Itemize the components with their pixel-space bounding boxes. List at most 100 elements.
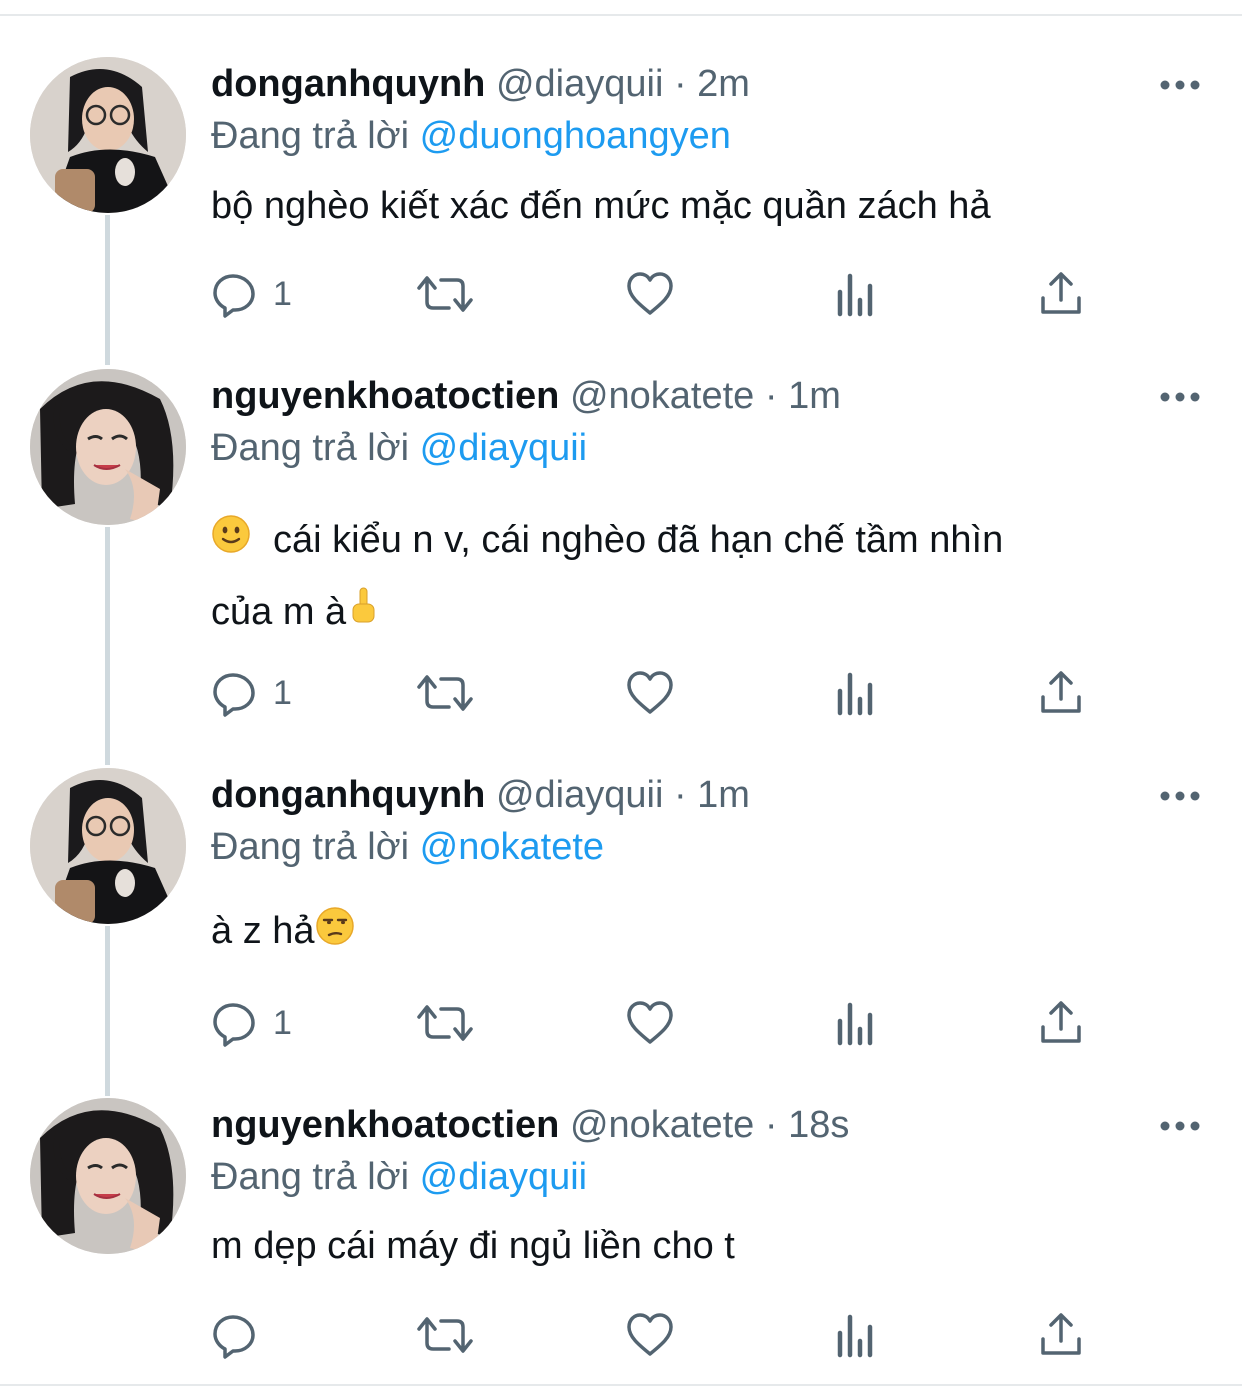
separator-dot: · (764, 1104, 778, 1146)
avatar[interactable] (30, 1098, 186, 1254)
user-handle[interactable]: @nokatete (570, 1104, 754, 1146)
mention-link[interactable]: @diayquii (420, 427, 587, 469)
views-button[interactable] (833, 1310, 879, 1360)
like-button[interactable] (625, 998, 675, 1048)
tweet-header: donganhquynh @diayquii · 1m (211, 770, 750, 820)
reply-button[interactable] (211, 1310, 259, 1360)
slightly-smiling-face-icon (211, 507, 251, 577)
thread-line (105, 926, 110, 1096)
tweet-text-line: bộ nghèo kiết xác đến mức mặc quần zách … (211, 185, 991, 227)
share-button[interactable] (1038, 269, 1084, 319)
share-icon (1038, 1311, 1084, 1359)
retweet-icon (415, 999, 475, 1047)
separator-dot: · (764, 375, 778, 417)
replying-to-label: Đang trả lời (211, 826, 410, 868)
timestamp[interactable]: 1m (697, 774, 750, 816)
tweet-text-line-1: cái kiểu n v, cái nghèo đã hạn chế tầm n… (273, 519, 1004, 561)
separator-dot: · (673, 774, 687, 816)
action-bar: 1 (211, 269, 1091, 319)
tweet-text-line: cái kiểu n v, cái nghèo đã hạn chế tầm n… (211, 505, 1171, 577)
more-dots-icon[interactable] (1158, 382, 1202, 412)
tweet-text: cái kiểu n v, cái nghèo đã hạn chế tầm n… (211, 505, 1171, 649)
display-name[interactable]: donganhquynh (211, 63, 485, 105)
display-name[interactable]: nguyenkhoatoctien (211, 375, 559, 417)
tweet-text: à z hả (211, 906, 1171, 959)
reply-button[interactable]: 1 (211, 269, 292, 319)
reply-bubble-icon (211, 270, 259, 318)
heart-icon (625, 669, 675, 717)
unamused-face-icon (315, 906, 355, 959)
bottom-divider (0, 1384, 1242, 1386)
action-bar (211, 1310, 1091, 1360)
tweet-text-line-2: của m à (211, 590, 347, 633)
retweet-button[interactable] (415, 668, 475, 718)
middle-finger-icon (348, 579, 378, 649)
replying-to-label: Đang trả lời (211, 427, 410, 469)
more-dots-icon[interactable] (1158, 781, 1202, 811)
timestamp[interactable]: 18s (788, 1104, 849, 1146)
thread-line (105, 527, 110, 765)
more-dots-icon[interactable] (1158, 1111, 1202, 1141)
more-dots-icon[interactable] (1158, 70, 1202, 100)
retweet-icon (415, 270, 475, 318)
display-name[interactable]: nguyenkhoatoctien (211, 1104, 559, 1146)
share-icon (1038, 999, 1084, 1047)
bar-chart-icon (833, 270, 879, 318)
mention-link[interactable]: @diayquii (420, 1156, 587, 1198)
timestamp[interactable]: 1m (788, 375, 841, 417)
separator-dot: · (673, 63, 687, 105)
avatar[interactable] (30, 768, 186, 924)
tweet-text-line: m dẹp cái máy đi ngủ liền cho t (211, 1225, 735, 1267)
reply-count: 1 (273, 1003, 292, 1042)
bar-chart-icon (833, 1311, 879, 1359)
retweet-icon (415, 1311, 475, 1359)
share-icon (1038, 669, 1084, 717)
retweet-icon (415, 669, 475, 717)
mention-link[interactable]: @nokatete (420, 826, 604, 868)
replying-to: Đang trả lời @duonghoangyen (211, 111, 731, 161)
mention-link[interactable]: @duonghoangyen (420, 115, 731, 157)
user-handle[interactable]: @diayquii (496, 774, 663, 816)
heart-icon (625, 999, 675, 1047)
reply-button[interactable]: 1 (211, 668, 292, 718)
views-button[interactable] (833, 269, 879, 319)
avatar[interactable] (30, 369, 186, 525)
tweet-text: m dẹp cái máy đi ngủ liền cho t (211, 1221, 1171, 1271)
heart-icon (625, 270, 675, 318)
like-button[interactable] (625, 269, 675, 319)
reply-button[interactable]: 1 (211, 998, 292, 1048)
replying-to-label: Đang trả lời (211, 1156, 410, 1198)
tweet-text: bộ nghèo kiết xác đến mức mặc quần zách … (211, 181, 1171, 231)
share-button[interactable] (1038, 1310, 1084, 1360)
tweet-header: nguyenkhoatoctien @nokatete · 1m (211, 371, 841, 421)
user-handle[interactable]: @nokatete (570, 375, 754, 417)
views-button[interactable] (833, 998, 879, 1048)
reply-bubble-icon (211, 669, 259, 717)
replying-to: Đang trả lời @diayquii (211, 1152, 587, 1202)
heart-icon (625, 1311, 675, 1359)
retweet-button[interactable] (415, 998, 475, 1048)
timestamp[interactable]: 2m (697, 63, 750, 105)
tweet-header: nguyenkhoatoctien @nokatete · 18s (211, 1100, 849, 1150)
display-name[interactable]: donganhquynh (211, 774, 485, 816)
tweet-text-line: à z hả (211, 910, 315, 952)
tweet-text-line: của m à (211, 577, 1171, 649)
replying-to: Đang trả lời @nokatete (211, 822, 604, 872)
avatar[interactable] (30, 57, 186, 213)
bar-chart-icon (833, 999, 879, 1047)
retweet-button[interactable] (415, 1310, 475, 1360)
reply-count: 1 (273, 673, 292, 712)
reply-bubble-icon (211, 999, 259, 1047)
views-button[interactable] (833, 668, 879, 718)
bar-chart-icon (833, 669, 879, 717)
like-button[interactable] (625, 1310, 675, 1360)
like-button[interactable] (625, 668, 675, 718)
replying-to-label: Đang trả lời (211, 115, 410, 157)
share-button[interactable] (1038, 998, 1084, 1048)
user-handle[interactable]: @diayquii (496, 63, 663, 105)
share-button[interactable] (1038, 668, 1084, 718)
action-bar: 1 (211, 668, 1091, 718)
share-icon (1038, 270, 1084, 318)
retweet-button[interactable] (415, 269, 475, 319)
tweet[interactable]: donganhquynh @diayquii · 2m Đang trả lời… (0, 0, 1242, 340)
